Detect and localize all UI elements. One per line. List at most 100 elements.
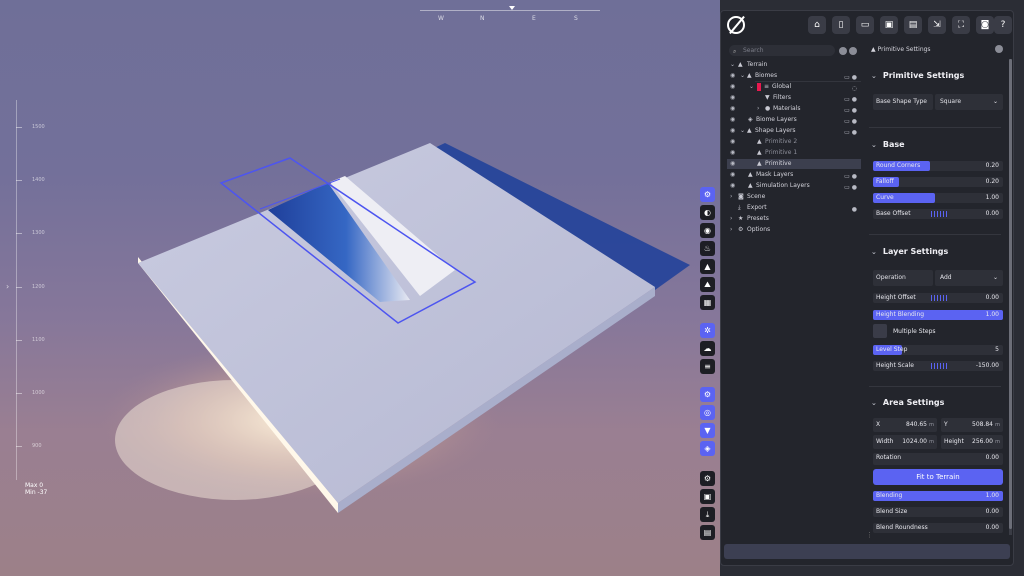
layers-icon: ◈ (748, 116, 753, 123)
round-corners-slider[interactable]: Round Corners 0.20 (873, 161, 1003, 171)
save-as-icon[interactable]: ▤ (904, 16, 922, 34)
mountain-tool-icon[interactable]: ▲ (700, 259, 715, 274)
search-input[interactable]: ⌕ Search (729, 45, 835, 56)
rotation-slider[interactable]: Rotation 0.00 (873, 453, 1003, 465)
operation-select[interactable]: Add ⌄ (935, 270, 1003, 286)
tree-item-primitive-1[interactable]: ◉ ▲ Primitive 1 (727, 148, 861, 158)
stats-tool-icon[interactable]: ▤ (700, 525, 715, 540)
chevron-down-icon: ⌄ (992, 274, 998, 281)
expand-arrow-icon[interactable]: › (6, 282, 9, 291)
tree-item-biomes[interactable]: ◉ ⌄ ▲ Biomes ▭● (727, 71, 861, 81)
open-folder-icon[interactable]: ▭ (856, 16, 874, 34)
tree-item-presets[interactable]: › ★ Presets (727, 214, 861, 224)
sculpt-tool-icon[interactable]: ◐ (700, 205, 715, 220)
eye-icon: ◉ (730, 182, 736, 189)
curve-slider[interactable]: Curve 1.00 (873, 193, 1003, 203)
add-icon[interactable] (849, 47, 857, 55)
section-base[interactable]: ⌄ Base (871, 140, 905, 149)
blending-slider[interactable]: Blending 1.00 (873, 491, 1003, 501)
erosion-tool-icon[interactable]: ◉ (700, 223, 715, 238)
section-primitive-settings[interactable]: ⌄ Primitive Settings (871, 71, 964, 80)
compass: W N E S (420, 6, 600, 24)
material-icon: ● (765, 105, 771, 112)
primitive-icon: ▲ (757, 160, 762, 167)
height-blending-slider[interactable]: Height Blending 1.00 (873, 310, 1003, 320)
blend-size-slider[interactable]: Blend Size 0.00 (873, 507, 1003, 517)
weather-tool-icon[interactable]: ☁ (700, 341, 715, 356)
layers-tool-icon[interactable]: ◈ (700, 441, 715, 456)
sun-tool-icon[interactable]: ✲ (700, 323, 715, 338)
base-offset-slider[interactable]: Base Offset 0.00 (873, 209, 1003, 219)
global-color-swatch (757, 83, 761, 91)
settings-tool-icon[interactable]: ⚙ (700, 187, 715, 202)
tree-item-global[interactable]: ◉ ⌄ ≡ Global ◌ (727, 82, 861, 92)
fit-to-terrain-button[interactable]: Fit to Terrain (873, 469, 1003, 485)
properties-scrollbar[interactable] (1009, 59, 1012, 535)
eye-tool-icon[interactable]: ◎ (700, 405, 715, 420)
tree-item-options[interactable]: › ⚙ Options (727, 225, 861, 235)
download-tool-icon[interactable]: ⤓ (700, 507, 715, 522)
x-input[interactable]: X 840.65 m (873, 418, 937, 432)
tree-item-scene[interactable]: › ◙ Scene (727, 192, 861, 202)
landscape-tool-icon[interactable]: ⛰ (700, 277, 715, 292)
tree-item-mask-layers[interactable]: ◉ ▲ Mask Layers ▭● (727, 170, 861, 180)
export-icon[interactable]: ⇲ (928, 16, 946, 34)
mask-icon: ▲ (748, 171, 753, 178)
save-icon[interactable]: ▣ (880, 16, 898, 34)
height-offset-slider[interactable]: Height Offset 0.00 (873, 293, 1003, 303)
fire-tool-icon[interactable]: ♨ (700, 241, 715, 256)
level-step-slider[interactable]: Level Step 5 (873, 345, 1003, 355)
help-icon[interactable]: ? (994, 16, 1012, 34)
properties-header: ▲ Primitive Settings (871, 45, 1003, 53)
tree-item-filters[interactable]: ◉ ▼ Filters ▭● (727, 93, 861, 103)
tree-item-export[interactable]: ⤓ Export ● (727, 203, 861, 213)
y-input[interactable]: Y 508.84 m (941, 418, 1003, 432)
multiple-steps-checkbox[interactable] (873, 324, 887, 338)
tree-item-primitive-2[interactable]: ◉ ▲ Primitive 2 (727, 137, 861, 147)
primitive-icon: ▲ (871, 46, 876, 53)
blend-roundness-slider[interactable]: Blend Roundness 0.00 (873, 523, 1003, 533)
search-icon: ⌕ (733, 48, 737, 55)
new-file-icon[interactable]: ▯ (832, 16, 850, 34)
width-input[interactable]: Width 1024.00 m (873, 435, 937, 449)
operation-label: Operation (873, 270, 933, 286)
falloff-slider[interactable]: Falloff 0.20 (873, 177, 1003, 187)
tree-item-terrain[interactable]: ⌄ ▲ Terrain (727, 60, 861, 70)
height-minmax: Max 0 Min -37 (25, 482, 47, 496)
ruler-tick: 1000 (16, 390, 45, 396)
base-shape-select[interactable]: Square ⌄ (935, 94, 1003, 110)
filter-tool-icon[interactable]: ▼ (700, 423, 715, 438)
status-bar (724, 544, 1010, 559)
fullscreen-icon[interactable]: ⛶ (952, 16, 970, 34)
gears-tool-icon[interactable]: ⚙ (700, 387, 715, 402)
list-tool-icon[interactable]: ≡ (700, 359, 715, 374)
terrain-viewport[interactable]: W N E S 1500 1400 1300 1200 1100 1000 90… (0, 0, 720, 576)
tree-item-primitive[interactable]: ◉ ▲ Primitive (727, 159, 861, 169)
home-icon[interactable]: ⌂ (808, 16, 826, 34)
folder-tool-icon[interactable]: ▣ (700, 489, 715, 504)
tree-item-materials[interactable]: ◉ › ● Materials ▭● (727, 104, 861, 114)
camera-icon[interactable]: ◙ (976, 16, 994, 34)
simulation-icon: ▲ (748, 182, 753, 189)
section-area-settings[interactable]: ⌄ Area Settings (871, 398, 944, 407)
collapse-all-icon[interactable] (839, 47, 847, 55)
tree-item-simulation-layers[interactable]: ◉ ▲ Simulation Layers ▭● (727, 181, 861, 191)
primitive-icon: ▲ (757, 138, 762, 145)
resize-handle-icon[interactable]: ⋮ (866, 531, 873, 539)
tree-item-biome-layers[interactable]: ◉ ◈ Biome Layers ▭● (727, 115, 861, 125)
biome-icon: ▲ (747, 72, 752, 79)
top-bar: ⌂ ▯ ▭ ▣ ▤ ⇲ ⛶ ◙ ? (721, 11, 1013, 41)
shape-icon: ▲ (747, 127, 752, 134)
height-scale-slider[interactable]: Height Scale -150.00 (873, 361, 1003, 371)
grid-tool-icon[interactable]: ▦ (700, 295, 715, 310)
options-tool-icon[interactable]: ⚙ (700, 471, 715, 486)
base-shape-dropdown[interactable]: Base Shape Type Square ⌄ (873, 94, 1003, 110)
operation-dropdown[interactable]: Operation Add ⌄ (873, 270, 1003, 286)
settings-icon[interactable] (995, 45, 1003, 53)
chevron-down-icon: ⌄ (992, 98, 998, 105)
eye-icon: ◉ (730, 138, 736, 145)
section-layer-settings[interactable]: ⌄ Layer Settings (871, 247, 948, 256)
base-shape-label: Base Shape Type (873, 94, 933, 110)
height-input[interactable]: Height 256.00 m (941, 435, 1003, 449)
tree-item-shape-layers[interactable]: ◉ ⌄ ▲ Shape Layers ▭● (727, 126, 861, 136)
